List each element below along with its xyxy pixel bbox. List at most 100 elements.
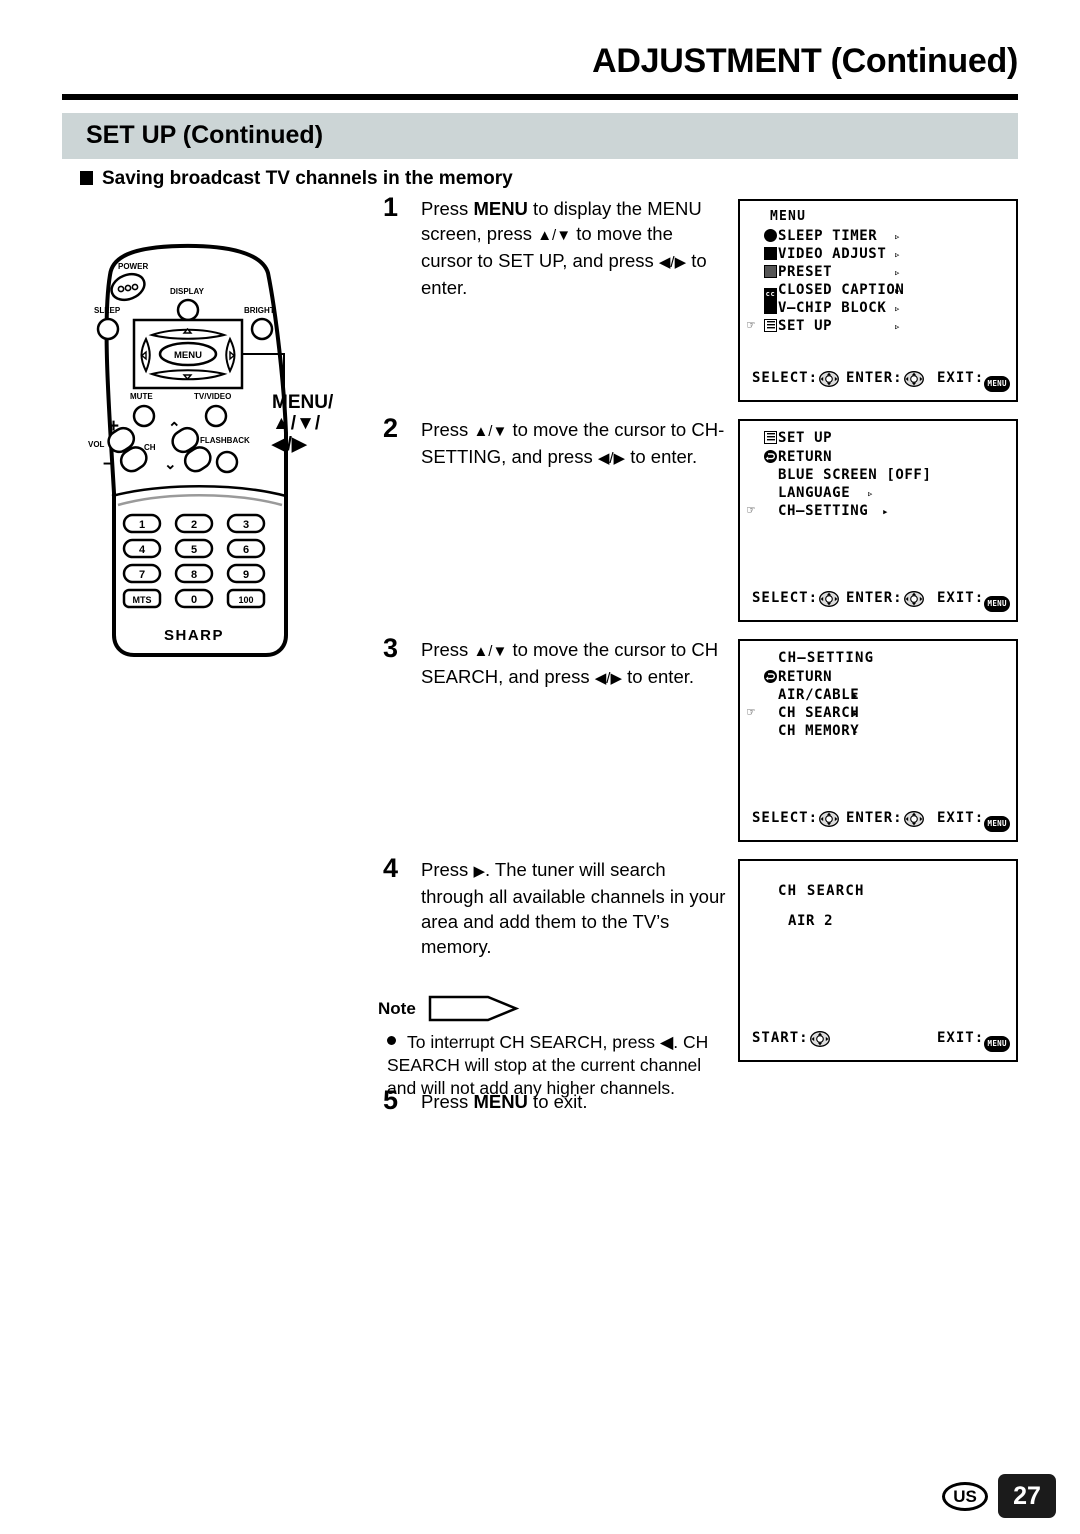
svg-text:3: 3 — [243, 519, 249, 531]
svg-text:7: 7 — [139, 569, 145, 581]
osd2-row-return[interactable]: RETURN — [740, 449, 1016, 466]
section-bar: SET UP (Continued) — [62, 113, 1018, 159]
osd3-title: CH–SETTING — [778, 650, 875, 666]
osd2-select-hint: SELECT: — [752, 590, 839, 611]
osd3-select-label: SELECT: — [752, 810, 819, 826]
osd3-row-air-cable[interactable]: AIR/CABLE ▸ — [740, 687, 1016, 704]
osd4-start-label: START: — [752, 1030, 809, 1046]
callout-line-3: ◀/▶ — [272, 434, 307, 455]
step-2-text: Press ▲/▼ to move the cursor to CH-SETTI… — [421, 417, 728, 471]
step-1-part-0: Press — [421, 198, 474, 219]
osd2-row-return-label: RETURN — [778, 449, 833, 465]
sharp-logo: SHARP — [164, 627, 224, 644]
osd1-row-preset-arrow: ▹ — [894, 266, 902, 279]
osd1-row-video-adjust[interactable]: VIDEO ADJUST ▹ — [740, 246, 1016, 263]
osd1-exit-hint: EXIT: MENU — [937, 370, 1011, 392]
osd1-row-preset[interactable]: PRESET ▹ — [740, 264, 1016, 281]
step-1-part-1: MENU — [473, 198, 528, 219]
list-icon — [764, 319, 777, 332]
ch-down-label: ⌄ — [164, 456, 177, 473]
svg-text:100: 100 — [238, 595, 253, 605]
step-2-part-0: Press — [421, 419, 474, 440]
remote-ch-label: CH — [144, 443, 156, 452]
osd3-row-air-cable-label: AIR/CABLE — [778, 687, 860, 703]
step-3-updown-glyph: ▲/▼ — [473, 643, 508, 660]
step-1-number: 1 — [383, 192, 399, 222]
remote-mute-label: MUTE — [130, 392, 153, 401]
osd2-row-ch-setting-label: CH–SETTING — [778, 503, 869, 519]
osd2-row-ch-setting-arrow: ▸ — [882, 505, 890, 518]
osd3-row-ch-search-arrow: ▸ — [852, 707, 860, 720]
osd1-row-closed-caption[interactable]: cc CLOSED CAPTION ▸ — [740, 282, 1016, 301]
osd1-row-closed-caption-arrow: ▸ — [894, 284, 902, 297]
step-5-part-0: Press — [421, 1091, 474, 1112]
osd2-title-wrap: SET UP — [764, 430, 832, 446]
osd1-row-vchip-block[interactable]: V–CHIP BLOCK ▹ — [740, 300, 1016, 317]
osd1-row-video-adjust-arrow: ▹ — [894, 248, 902, 261]
osd2-bottom-bar: SELECT: ENTER: EXIT: MENU — [740, 590, 1016, 612]
dpad-icon — [819, 811, 839, 831]
osd-ch-setting-screen: CH–SETTING RETURN AIR/CABLE ▸ ☞ CH SEARC… — [738, 639, 1018, 842]
return-icon — [764, 450, 777, 463]
remote-sleep-label: SLEEP — [94, 306, 121, 315]
osd2-row-language[interactable]: LANGUAGE ▹ — [740, 485, 1016, 502]
svg-text:5: 5 — [191, 544, 197, 556]
step-2: 2 Press ▲/▼ to move the cursor to CH-SET… — [383, 413, 728, 471]
step-4-number: 4 — [383, 853, 399, 883]
osd1-row-sleep-timer[interactable]: SLEEP TIMER ▹ — [740, 228, 1016, 245]
osd1-row-vchip-block-arrow: ▹ — [894, 302, 902, 315]
osd3-enter-label: ENTER: — [846, 810, 903, 826]
osd2-row-ch-setting[interactable]: ☞ CH–SETTING ▸ — [740, 503, 1016, 520]
osd1-row-set-up[interactable]: ☞ SET UP ▹ — [740, 318, 1016, 335]
step-4-text: Press ▶. The tuner will search through a… — [421, 857, 728, 959]
svg-text:1: 1 — [139, 519, 145, 531]
step-5-part-1: MENU — [473, 1091, 528, 1112]
step-4: 4 Press ▶. The tuner will search through… — [383, 853, 728, 959]
osd1-enter-label: ENTER: — [846, 370, 903, 386]
osd3-row-return[interactable]: RETURN — [740, 669, 1016, 686]
remote-bright-label: BRIGHT — [244, 306, 275, 315]
dpad-icon — [819, 591, 839, 611]
svg-text:4: 4 — [139, 544, 146, 556]
list-icon — [764, 431, 777, 444]
osd2-row-language-arrow: ▹ — [867, 487, 875, 500]
step-1-updown-glyph: ▲/▼ — [537, 227, 572, 244]
osd4-value-row: AIR 2 — [740, 913, 1016, 930]
osd1-row-sleep-timer-arrow: ▹ — [894, 230, 902, 243]
note-tag: Note — [370, 995, 520, 1023]
osd3-row-ch-search[interactable]: ☞ CH SEARCH ▸ — [740, 705, 1016, 722]
remote-power-label: POWER — [118, 262, 148, 271]
step-1-text: Press MENU to display the MENU screen, p… — [421, 196, 728, 300]
menu-button-icon: MENU — [984, 1036, 1011, 1052]
step-1-leftright-glyph: ◀/▶ — [658, 254, 687, 271]
step-2-part-4: to enter. — [625, 446, 698, 467]
section-title: SET UP (Continued) — [86, 121, 324, 149]
osd4-exit-hint: EXIT: MENU — [937, 1030, 1011, 1052]
bullet-square-icon — [80, 171, 93, 185]
osd3-row-ch-memory-arrow: ▸ — [852, 725, 860, 738]
osd4-start-hint: START: — [752, 1030, 830, 1051]
step-3-part-0: Press — [421, 639, 474, 660]
svg-text:2: 2 — [191, 519, 197, 531]
monitor-icon — [764, 247, 777, 260]
osd3-row-air-cable-arrow: ▸ — [852, 689, 860, 702]
menu-button-label: MENU — [174, 350, 202, 361]
svg-text:9: 9 — [243, 569, 249, 581]
osd-ch-search-screen: CH SEARCH AIR 2 START: EXIT: MENU — [738, 859, 1018, 1062]
vol-minus-label: – — [103, 453, 114, 474]
svg-text:MTS: MTS — [133, 595, 152, 605]
remote-tvvideo-label: TV/VIDEO — [194, 392, 231, 401]
step-3-part-4: to enter. — [622, 666, 695, 687]
osd3-row-ch-memory[interactable]: CH MEMORY ▸ — [740, 723, 1016, 740]
remote-display-label: DISPLAY — [170, 287, 205, 296]
cursor-hand-icon: ☞ — [747, 705, 756, 720]
osd1-exit-label: EXIT: — [937, 370, 985, 386]
menu-button-icon: MENU — [984, 376, 1011, 392]
remote-callout: MENU/ ▲/▼/ ◀/▶ — [272, 392, 333, 455]
lock-icon — [764, 301, 777, 314]
mute-button — [132, 404, 156, 428]
step-3-leftright-glyph: ◀/▶ — [594, 670, 623, 687]
remote-flashback-label: FLASHBACK — [200, 436, 250, 445]
osd2-row-blue-screen[interactable]: BLUE SCREEN [OFF] — [740, 467, 1016, 484]
osd2-row-blue-screen-label: BLUE SCREEN [OFF] — [778, 467, 932, 483]
